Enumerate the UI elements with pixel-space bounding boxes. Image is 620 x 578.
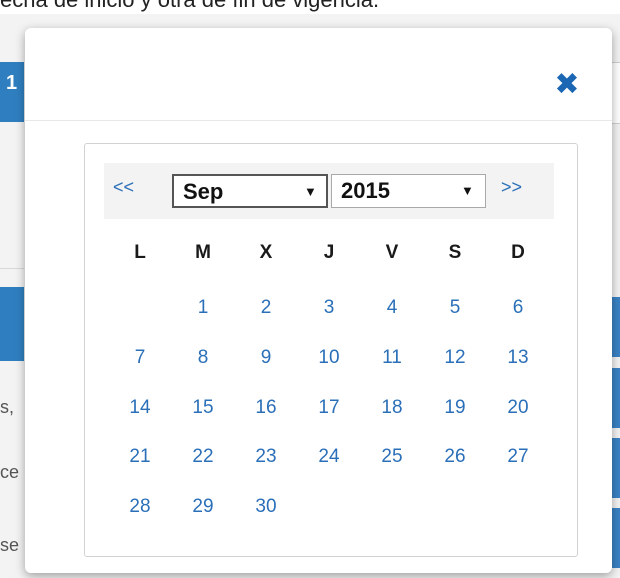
calendar-day[interactable]: 8 (172, 347, 234, 369)
calendar-day[interactable]: 21 (109, 446, 171, 468)
calendar-day[interactable]: 5 (424, 297, 486, 319)
calendar-day[interactable]: 15 (172, 397, 234, 419)
calendar-day[interactable]: 2 (235, 297, 297, 319)
background-calendar-button (612, 438, 620, 498)
month-select-value: Sep (183, 179, 224, 204)
calendar-day[interactable]: 1 (172, 297, 234, 319)
background-row-text: s, (0, 397, 15, 417)
calendar-header: << Sep ▼ 2015 ▼ >> (104, 163, 554, 219)
calendar-day[interactable]: 26 (424, 446, 486, 468)
calendar-day[interactable]: 13 (487, 347, 549, 369)
year-select[interactable]: 2015 ▼ (331, 174, 486, 208)
calendar-day[interactable]: 22 (172, 446, 234, 468)
background-instruction-text: echa de inicio y otra de fin de vigencia… (0, 0, 620, 14)
background-table-header (0, 287, 24, 361)
calendar-day[interactable]: 25 (361, 446, 423, 468)
background-calendar-button (612, 368, 620, 428)
background-row-text: se (0, 535, 20, 555)
weekday-header: J (323, 242, 335, 263)
calendar-day[interactable]: 27 (487, 446, 549, 468)
chevron-down-icon: ▼ (304, 184, 317, 199)
year-select-value: 2015 (341, 178, 390, 203)
calendar-day[interactable]: 17 (298, 397, 360, 419)
calendar-day[interactable]: 4 (361, 297, 423, 319)
prev-month-button[interactable]: << (113, 177, 134, 198)
modal-header: ✖ (25, 28, 612, 121)
chevron-down-icon: ▼ (461, 183, 474, 198)
weekday-header: X (259, 242, 273, 263)
background-calendar-button (612, 297, 620, 357)
calendar-day[interactable]: 18 (361, 397, 423, 419)
next-month-button[interactable]: >> (501, 177, 522, 198)
calendar-widget: << Sep ▼ 2015 ▼ >> L M X J V S D 1 2 3 4 5 6 7 8 9 10 11 1… (84, 143, 578, 557)
calendar-day[interactable]: 28 (109, 496, 171, 518)
background-row-text: ce (0, 462, 20, 482)
background-blue-tab: 1 (0, 62, 24, 122)
close-icon[interactable]: ✖ (552, 70, 582, 100)
calendar-day[interactable]: 24 (298, 446, 360, 468)
calendar-day[interactable]: 3 (298, 297, 360, 319)
background-divider (0, 268, 24, 269)
weekday-header: S (448, 242, 462, 263)
calendar-day[interactable]: 29 (172, 496, 234, 518)
background-blue-tab-label: 1 (6, 72, 18, 94)
calendar-day[interactable]: 23 (235, 446, 297, 468)
calendar-day[interactable]: 20 (487, 397, 549, 419)
calendar-day[interactable]: 11 (361, 347, 423, 369)
calendar-day[interactable]: 6 (487, 297, 549, 319)
weekday-header: V (385, 242, 399, 263)
month-select[interactable]: Sep ▼ (172, 174, 328, 208)
weekday-header: M (195, 242, 211, 263)
calendar-day[interactable]: 7 (109, 347, 171, 369)
calendar-day[interactable]: 14 (109, 397, 171, 419)
calendar-day[interactable]: 30 (235, 496, 297, 518)
calendar-day[interactable]: 9 (235, 347, 297, 369)
calendar-day[interactable]: 12 (424, 347, 486, 369)
calendar-day[interactable]: 10 (298, 347, 360, 369)
weekday-header: D (511, 242, 525, 263)
calendar-day[interactable]: 19 (424, 397, 486, 419)
background-calendar-button (612, 508, 620, 568)
calendar-day[interactable]: 16 (235, 397, 297, 419)
weekday-header: L (134, 242, 146, 263)
